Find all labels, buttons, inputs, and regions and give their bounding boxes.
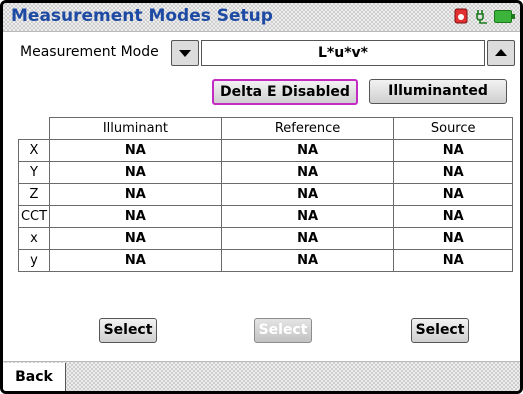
cell-value: NA — [393, 183, 513, 206]
column-header-source: Source — [393, 117, 513, 140]
cell-value: NA — [49, 249, 222, 272]
select-illuminant-button[interactable]: Select — [99, 318, 157, 343]
cell-value: NA — [220, 205, 395, 228]
measurement-mode-label: Measurement Mode — [20, 44, 159, 60]
cell-value: NA — [49, 227, 222, 250]
cell-value: NA — [220, 183, 395, 206]
select-source-button[interactable]: Select — [411, 318, 469, 343]
mode-up-button[interactable] — [487, 40, 515, 66]
record-icon — [454, 8, 468, 24]
cell-value: NA — [220, 227, 395, 250]
cell-value: NA — [49, 139, 222, 162]
row-label: CCT — [18, 205, 50, 228]
mode-dropdown-button[interactable] — [171, 40, 199, 66]
table-corner — [18, 117, 50, 140]
cell-value: NA — [393, 227, 513, 250]
table-row: y NA NA NA — [18, 249, 513, 272]
table-row: X NA NA NA — [18, 139, 513, 162]
illuminanted-button[interactable]: Illuminanted — [369, 79, 507, 104]
plug-icon — [476, 10, 487, 24]
device-screen: Measurement Modes Setup Measurement Mode… — [0, 0, 523, 394]
cell-value: NA — [393, 249, 513, 272]
cell-value: NA — [393, 139, 513, 162]
row-label: Y — [18, 161, 50, 184]
title-bar: Measurement Modes Setup — [3, 3, 520, 32]
table-row: Y NA NA NA — [18, 161, 513, 184]
row-label: X — [18, 139, 50, 162]
row-label: x — [18, 227, 50, 250]
row-label: y — [18, 249, 50, 272]
cell-value: NA — [393, 205, 513, 228]
select-reference-button[interactable]: Select — [254, 318, 312, 343]
measurement-mode-value: L*u*v* — [318, 45, 368, 61]
table-row: x NA NA NA — [18, 227, 513, 250]
table-row: CCT NA NA NA — [18, 205, 513, 228]
back-button[interactable]: Back — [3, 363, 66, 391]
bottom-bar — [3, 361, 520, 391]
battery-icon — [494, 10, 515, 23]
cell-value: NA — [393, 161, 513, 184]
table-header-row: Illuminant Reference Source — [18, 117, 513, 140]
delta-e-disabled-button[interactable]: Delta E Disabled — [212, 79, 358, 105]
cell-value: NA — [49, 205, 222, 228]
cell-value: NA — [49, 161, 222, 184]
cell-value: NA — [220, 249, 395, 272]
cell-value: NA — [220, 161, 395, 184]
column-header-illuminant: Illuminant — [49, 117, 222, 140]
window-title: Measurement Modes Setup — [11, 6, 273, 26]
measurement-table: Illuminant Reference Source X NA NA NA Y… — [18, 117, 513, 272]
cell-value: NA — [49, 183, 222, 206]
table-row: Z NA NA NA — [18, 183, 513, 206]
measurement-mode-field[interactable]: L*u*v* — [201, 40, 485, 66]
cell-value: NA — [220, 139, 395, 162]
row-label: Z — [18, 183, 50, 206]
column-header-reference: Reference — [220, 117, 395, 140]
